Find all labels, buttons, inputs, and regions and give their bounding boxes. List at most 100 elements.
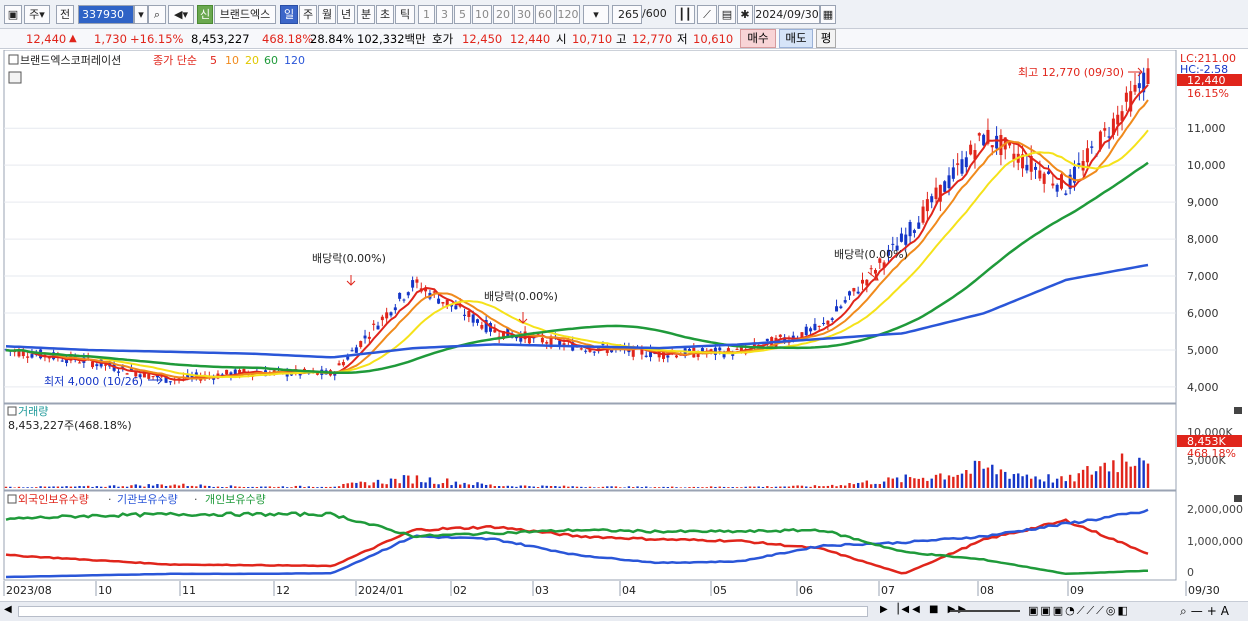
- volume-bar: [748, 486, 752, 488]
- tab-period-month[interactable]: 월: [318, 5, 336, 24]
- sell-button[interactable]: 매도: [779, 29, 813, 48]
- volume-bar: [108, 485, 112, 488]
- volume-bar: [657, 487, 661, 488]
- candle-body: [1038, 170, 1042, 179]
- volume-bar: [268, 486, 272, 488]
- current-price: 12,440: [26, 32, 67, 46]
- candle-body: [393, 307, 397, 311]
- zoom-slider[interactable]: [950, 610, 1020, 612]
- chart-area[interactable]: 브랜드엑스코퍼레이션 종가 단순 5 10 20 60 120 최고 12,77…: [0, 50, 1248, 601]
- main-dropdown[interactable]: 주▾: [24, 5, 50, 24]
- volume-bar: [1129, 466, 1132, 488]
- tab-period-week[interactable]: 주: [299, 5, 317, 24]
- x-label: 07: [881, 584, 895, 597]
- volume-bar: [895, 477, 899, 488]
- speaker-icon[interactable]: ◀▾: [168, 5, 194, 24]
- candle-body: [826, 320, 830, 325]
- volume-bar: [891, 478, 894, 488]
- volume-bar: [130, 485, 133, 488]
- volume-bar: [298, 485, 302, 488]
- volume-bar: [792, 485, 795, 488]
- interval-60[interactable]: 60: [535, 5, 555, 24]
- candle-body: [372, 323, 376, 325]
- candle-body: [809, 328, 813, 332]
- price-tick: 5,000: [1187, 344, 1219, 357]
- tab-period-day[interactable]: 일: [280, 5, 298, 24]
- volume-bar: [978, 461, 981, 488]
- volume-bar: [381, 483, 384, 488]
- date-input[interactable]: 2024/09/30: [754, 5, 820, 24]
- volume-bar: [597, 487, 600, 488]
- volume-bar: [272, 487, 276, 488]
- volume-bar: [134, 484, 137, 488]
- count-input[interactable]: 265: [612, 5, 642, 24]
- candle-body: [925, 199, 929, 212]
- search-icon[interactable]: ⌕: [148, 5, 166, 24]
- table-icon[interactable]: [8, 71, 22, 84]
- interval-30[interactable]: 30: [514, 5, 534, 24]
- interval-3[interactable]: 3: [436, 5, 453, 24]
- interval-10[interactable]: 10: [472, 5, 492, 24]
- balance-button[interactable]: 평: [816, 29, 836, 48]
- volume-bar: [705, 487, 708, 488]
- volume-bar: [593, 487, 596, 488]
- volume-bar: [999, 469, 1003, 488]
- candle-body: [1133, 84, 1137, 92]
- holding-individual-label: 개인보유수량: [205, 493, 266, 506]
- zoom-icons[interactable]: ⌕—+A: [1180, 604, 1233, 619]
- volume-bar: [627, 486, 631, 488]
- tab-period-second[interactable]: 초: [376, 5, 394, 24]
- volume-bar: [1030, 478, 1033, 488]
- candle-body: [977, 133, 981, 136]
- interval-5[interactable]: 5: [454, 5, 471, 24]
- layout-icon[interactable]: ▣: [4, 5, 22, 24]
- candle-body: [662, 351, 666, 359]
- volume-bar: [956, 474, 959, 488]
- low-price: 10,610: [693, 32, 734, 46]
- candle-body: [934, 187, 938, 200]
- gear-icon[interactable]: ✱: [737, 5, 753, 24]
- prev-button[interactable]: 전: [56, 5, 74, 24]
- interval-120[interactable]: 120: [556, 5, 580, 24]
- stock-name-field[interactable]: 브랜드엑스: [214, 5, 276, 24]
- volume-bar: [203, 485, 207, 488]
- tab-period-tick[interactable]: 틱: [395, 5, 415, 24]
- save-icon[interactable]: ▤: [718, 5, 736, 24]
- candle-body: [990, 145, 994, 148]
- interval-1[interactable]: 1: [418, 5, 435, 24]
- candle-body: [584, 350, 588, 352]
- volume-bar: [549, 486, 553, 488]
- tools-icons[interactable]: ▣▣▣◔⟋⟋⟋◎◧: [1028, 604, 1130, 618]
- interval-dropdown[interactable]: ▾: [583, 5, 609, 24]
- volume-bar: [869, 484, 873, 488]
- quote-info-bar: 12,440 ▲ 1,730 +16.15% 8,453,227 468.18%…: [0, 29, 1248, 49]
- buy-button[interactable]: 매수: [740, 29, 776, 48]
- volume-bar: [519, 485, 522, 488]
- candle-body: [1047, 171, 1051, 174]
- holding-close-icon[interactable]: [1234, 495, 1242, 502]
- code-dropdown-icon[interactable]: ▾: [134, 5, 148, 24]
- scroll-left-icon[interactable]: ◀: [4, 604, 16, 619]
- open-price: 10,710: [572, 32, 613, 46]
- volume-bar: [346, 483, 349, 488]
- candle-icon[interactable]: ┃┃: [675, 5, 695, 24]
- tab-period-minute[interactable]: 분: [357, 5, 375, 24]
- volume-bar: [1138, 457, 1141, 488]
- volume-bar: [1073, 481, 1076, 488]
- volume-bar: [636, 486, 639, 488]
- x-label: 04: [622, 584, 636, 597]
- price-tick: 6,000: [1187, 307, 1219, 320]
- volume-bar: [324, 486, 328, 488]
- line-tool-icon[interactable]: ⟋: [697, 5, 717, 24]
- code-input[interactable]: 337930: [78, 5, 134, 24]
- volume-bar: [727, 487, 730, 488]
- candle-body: [147, 373, 151, 379]
- ma-legend-label: 종가 단순: [153, 54, 197, 67]
- volume-bar: [567, 486, 570, 488]
- scroll-track[interactable]: [18, 606, 868, 617]
- tab-period-year[interactable]: 년: [337, 5, 355, 24]
- volume-close-icon[interactable]: [1234, 407, 1242, 414]
- calendar-icon[interactable]: ▦: [820, 5, 836, 24]
- volume-bar: [930, 478, 933, 488]
- interval-20[interactable]: 20: [493, 5, 513, 24]
